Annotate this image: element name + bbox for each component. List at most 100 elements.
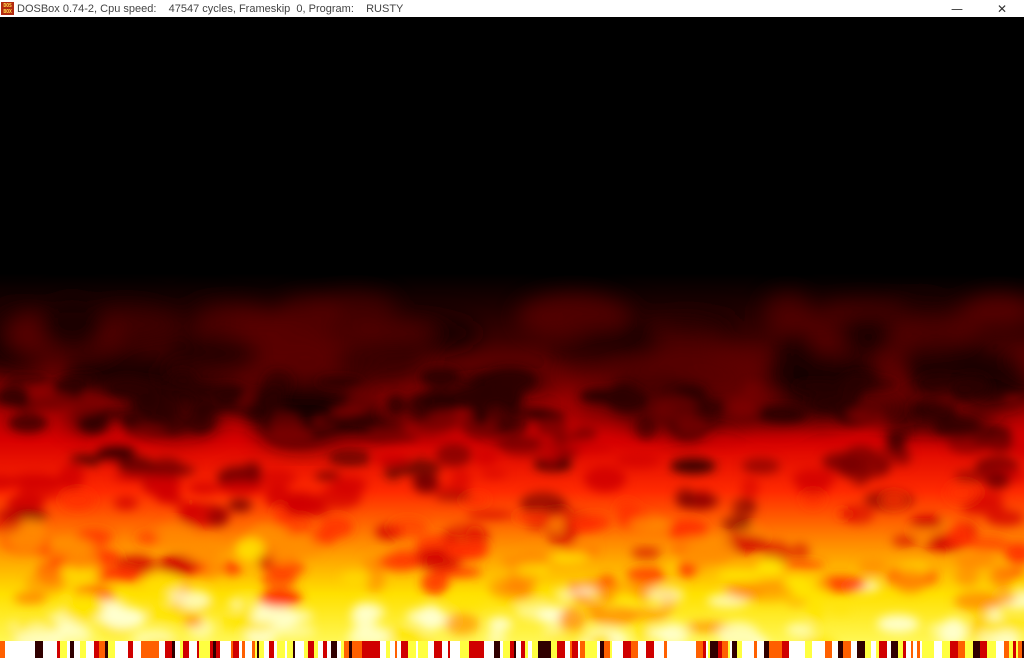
flame-spark (596, 575, 618, 601)
flame-spark (696, 399, 726, 415)
flame-pixel (46, 641, 53, 658)
flame-spark (328, 449, 372, 467)
flame-spark (8, 413, 48, 433)
flame-spark (318, 416, 352, 426)
flame-pixel (287, 641, 290, 658)
flame-pixel (119, 641, 124, 658)
flame-pixel (973, 641, 980, 658)
flame-pixel (70, 641, 74, 658)
flame-pixel (401, 641, 408, 658)
flame-pixel (172, 641, 175, 658)
flame-spark (722, 516, 752, 532)
flame-pixel (304, 641, 308, 658)
flame-spark (892, 535, 918, 547)
window-title: DOSBox 0.74-2, Cpu speed: 47547 cycles, … (17, 2, 404, 15)
flame-pixel (476, 641, 484, 658)
flame-pixel (996, 641, 999, 658)
flame-spark (451, 469, 471, 493)
flame-spark (488, 617, 512, 631)
flame-spark (854, 378, 898, 390)
flame-pixel (466, 641, 469, 658)
flame-pixel (600, 641, 604, 658)
flame-spark (319, 516, 353, 538)
flame-pixel (35, 641, 43, 658)
flame-pixel (851, 641, 857, 658)
flame-pixel (580, 641, 585, 658)
flame-pixel (664, 641, 667, 658)
flame-pixel (911, 641, 913, 658)
flame-pixel (592, 641, 597, 658)
flame-spark (946, 482, 980, 504)
close-button[interactable]: ✕ (980, 0, 1024, 17)
flame-pixel (257, 641, 259, 658)
flame-pixel (86, 641, 94, 658)
flame-pixel (442, 641, 448, 658)
flame-blob (39, 295, 105, 351)
flame-pixel (197, 641, 199, 658)
flame-pixel (722, 641, 728, 658)
flame-spark (113, 473, 151, 481)
flame-spark (675, 536, 725, 554)
flame-pixel (349, 641, 352, 658)
flame-spark (717, 569, 761, 583)
flame-pixel (242, 641, 245, 658)
flame-pixel (220, 641, 224, 658)
flame-spark (218, 482, 266, 494)
flame-spark (496, 416, 528, 436)
flame-pixel (769, 641, 777, 658)
flame-spark (954, 591, 1004, 611)
flame-pixel (264, 641, 269, 658)
flame-pixel (366, 641, 373, 658)
flame-pixel (285, 641, 287, 658)
dosbox-app-icon[interactable]: DOS BOX (1, 2, 14, 15)
title-bar[interactable]: DOS BOX DOSBox 0.74-2, Cpu speed: 47547 … (0, 0, 1024, 17)
flame-spark (318, 485, 362, 509)
flame-spark (474, 449, 498, 465)
dos-screen[interactable] (0, 17, 1024, 658)
minimize-button[interactable]: — (934, 0, 980, 17)
flame-pixel (903, 641, 906, 658)
fire-effect (0, 17, 1024, 658)
flame-pixel (53, 641, 57, 658)
flame-pixel (710, 641, 718, 658)
flame-spark (646, 586, 684, 604)
flame-base-row (0, 641, 1024, 658)
flame-spark (235, 538, 265, 562)
flame-pixel (290, 641, 293, 658)
flame-spark (65, 552, 97, 570)
flame-pixel (572, 641, 578, 658)
flame-pixel (754, 641, 757, 658)
flame-spark (572, 543, 596, 553)
flame-pixel (638, 641, 646, 658)
flame-pixel (934, 641, 942, 658)
flame-pixel (980, 641, 987, 658)
flame-pixel (760, 641, 764, 658)
flame-pixel (133, 641, 141, 658)
flame-spark (952, 523, 978, 547)
flame-spark (466, 511, 514, 519)
flame-pixel (274, 641, 277, 658)
flame-pixel (616, 641, 623, 658)
flame-pixel (691, 641, 696, 658)
flame-pixel (782, 641, 789, 658)
flame-pixel (331, 641, 337, 658)
flame-spark (783, 561, 825, 569)
flame-pixel (742, 641, 750, 658)
flame-spark (536, 418, 568, 436)
flame-pixel (460, 641, 466, 658)
flame-pixel (255, 641, 257, 658)
flame-pixel (631, 641, 638, 658)
flame-spark (136, 532, 160, 544)
flame-pixel (74, 641, 80, 658)
flame-pixel (141, 641, 148, 658)
flame-blob (604, 357, 688, 375)
flame-pixel (362, 641, 366, 658)
flame-pixel (708, 641, 710, 658)
flame-pixel (578, 641, 580, 658)
flame-spark (629, 517, 671, 533)
flame-pixel (33, 641, 35, 658)
flame-spark (222, 561, 242, 575)
flame-spark (182, 541, 222, 563)
flame-pixel (252, 641, 255, 658)
flame-spark (61, 490, 95, 510)
